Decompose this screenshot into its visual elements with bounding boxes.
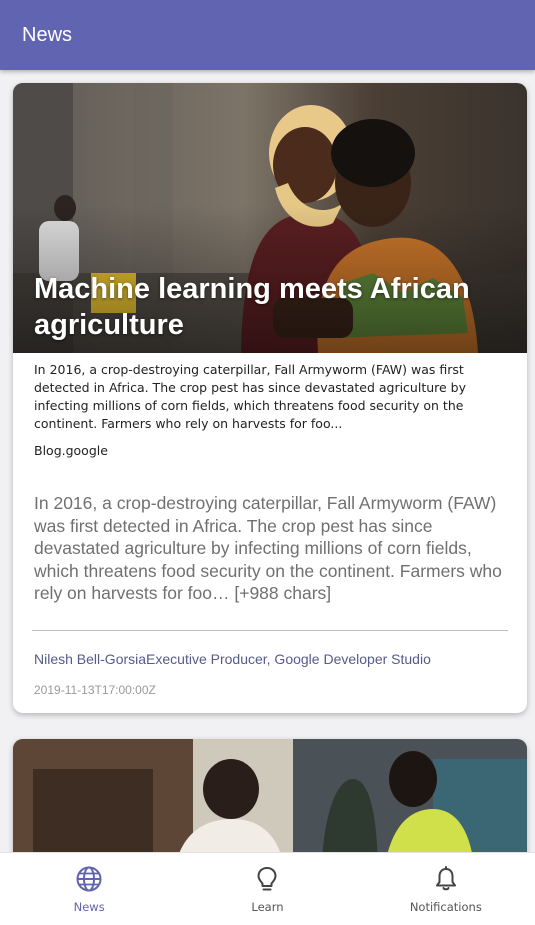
article-title[interactable]: Machine learning meets African agricultu…: [34, 271, 494, 343]
divider: [32, 630, 508, 631]
article-date: 2019-11-13T17:00:00Z: [34, 683, 156, 697]
nav-item-notifications[interactable]: Notifications: [357, 853, 535, 925]
article-card[interactable]: [13, 739, 527, 852]
article-content: In 2016, a crop-destroying caterpillar, …: [34, 493, 502, 603]
app-bar-title: News: [22, 23, 73, 46]
article-image: Machine learning meets African agricultu…: [13, 83, 527, 353]
news-feed[interactable]: Machine learning meets African agricultu…: [0, 70, 535, 852]
article-card[interactable]: Machine learning meets African agricultu…: [13, 83, 527, 713]
lightbulb-icon: [257, 867, 277, 891]
bottom-navigation: News Learn Notifications: [0, 852, 535, 925]
nav-label-notifications: Notifications: [409, 900, 482, 914]
nav-item-learn[interactable]: Learn: [178, 853, 356, 925]
article-author: Nilesh Bell-GorsiaExecutive Producer, Go…: [34, 651, 431, 667]
nav-label-learn: Learn: [251, 900, 284, 914]
nav-label-news: News: [73, 900, 105, 914]
app-bar: News: [0, 0, 535, 70]
bell-icon: [435, 866, 456, 891]
article-description: In 2016, a crop-destroying caterpillar, …: [34, 362, 467, 431]
article-source: Blog.google: [34, 443, 108, 458]
nav-item-news[interactable]: News: [0, 853, 178, 925]
globe-icon: [76, 866, 102, 892]
article-photo: [13, 739, 527, 852]
